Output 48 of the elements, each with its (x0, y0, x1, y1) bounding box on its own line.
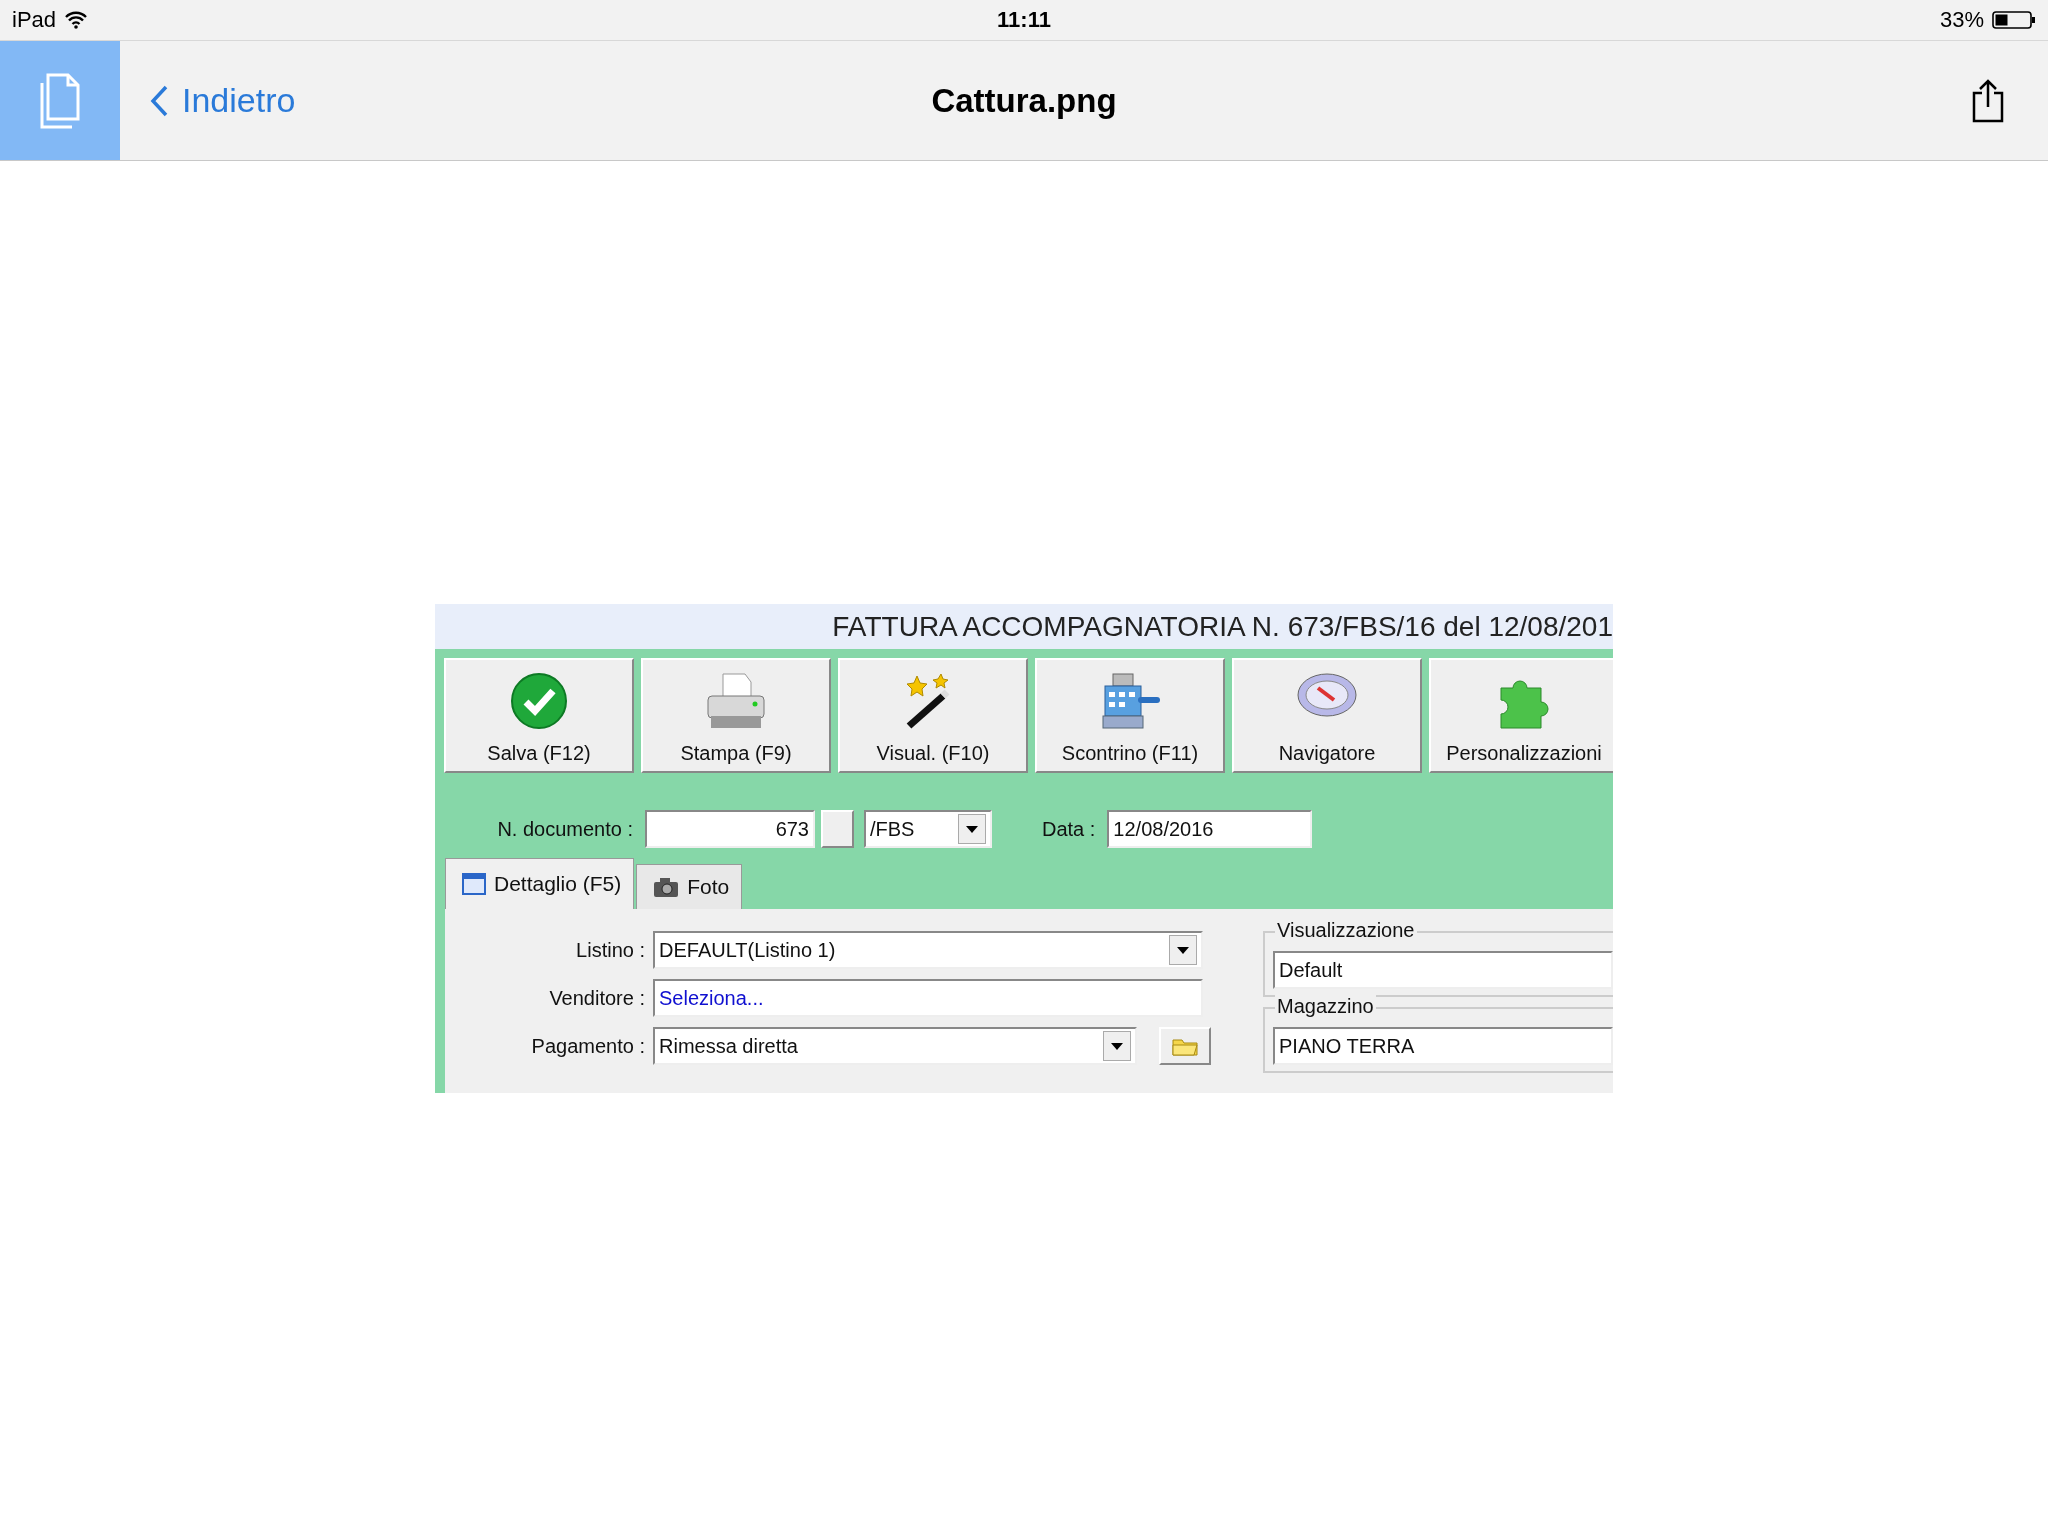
share-icon (1972, 78, 2004, 123)
file-title: Cattura.png (931, 81, 1117, 120)
field-label: Venditore : (548, 986, 645, 1010)
series-dropdown[interactable]: /FBS (864, 810, 992, 848)
dropdown-field[interactable]: DEFAULT(Listino 1) (653, 931, 1203, 969)
small-button[interactable] (821, 810, 854, 848)
toolbar-button[interactable]: Navigatore (1232, 658, 1422, 773)
caret-down-icon (1111, 1042, 1123, 1050)
wifi-icon (64, 11, 89, 29)
printer-icon (705, 672, 767, 730)
toolbar-button[interactable]: Visual. (F10) (838, 658, 1028, 773)
dropdown-arrow-button[interactable] (1103, 1031, 1131, 1061)
compass-icon (1296, 672, 1358, 718)
document-number-field[interactable]: 673 (645, 810, 815, 848)
chevron-left-icon (150, 84, 168, 117)
folder-button[interactable] (1159, 1027, 1211, 1065)
date-field[interactable]: 12/08/2016 (1107, 810, 1313, 848)
text-field[interactable]: Default (1273, 951, 1613, 989)
invoice-title: FATTURA ACCOMPAGNATORIA N. 673/FBS/16 del 12/08/201 (435, 604, 1613, 649)
field-label: Data : (1042, 817, 1096, 841)
checkmark-icon (510, 672, 568, 730)
field-label: N. documento : (496, 817, 633, 841)
battery-percentage: 33% (1939, 7, 1984, 33)
documents-icon (38, 72, 82, 129)
status-time: 11:11 (997, 7, 1051, 33)
group-title: Magazzino (1275, 995, 1376, 1018)
back-link[interactable]: Indietro (150, 81, 296, 120)
tab[interactable]: Foto (636, 864, 743, 909)
toolbar-button[interactable]: Scontrino (F11) (1035, 658, 1225, 773)
calendar-icon (462, 873, 486, 895)
cash-register-icon (1099, 672, 1161, 730)
device-name: iPad (12, 7, 57, 33)
field-label: Listino : (575, 938, 645, 962)
seller-field[interactable]: Seleziona... (653, 979, 1203, 1017)
toolbar-button[interactable]: Stampa (F9) (641, 658, 831, 773)
dropdown-arrow-button[interactable] (1169, 935, 1197, 965)
camera-icon (653, 876, 680, 898)
dropdown-field[interactable]: Rimessa diretta (653, 1027, 1137, 1065)
share-button[interactable] (1972, 78, 2004, 123)
caret-down-icon (966, 825, 978, 833)
text-field[interactable]: PIANO TERRA (1273, 1027, 1613, 1065)
caret-down-icon (1177, 946, 1189, 954)
toolbar-button[interactable]: Salva (F12) (444, 658, 634, 773)
dropdown-arrow-button[interactable] (958, 814, 986, 844)
field-label: Pagamento : (530, 1034, 645, 1058)
toolbar-button[interactable]: Personalizzazioni (1429, 658, 1613, 773)
tab[interactable]: Dettaglio (F5) (445, 858, 635, 909)
battery-icon (1992, 10, 2036, 30)
